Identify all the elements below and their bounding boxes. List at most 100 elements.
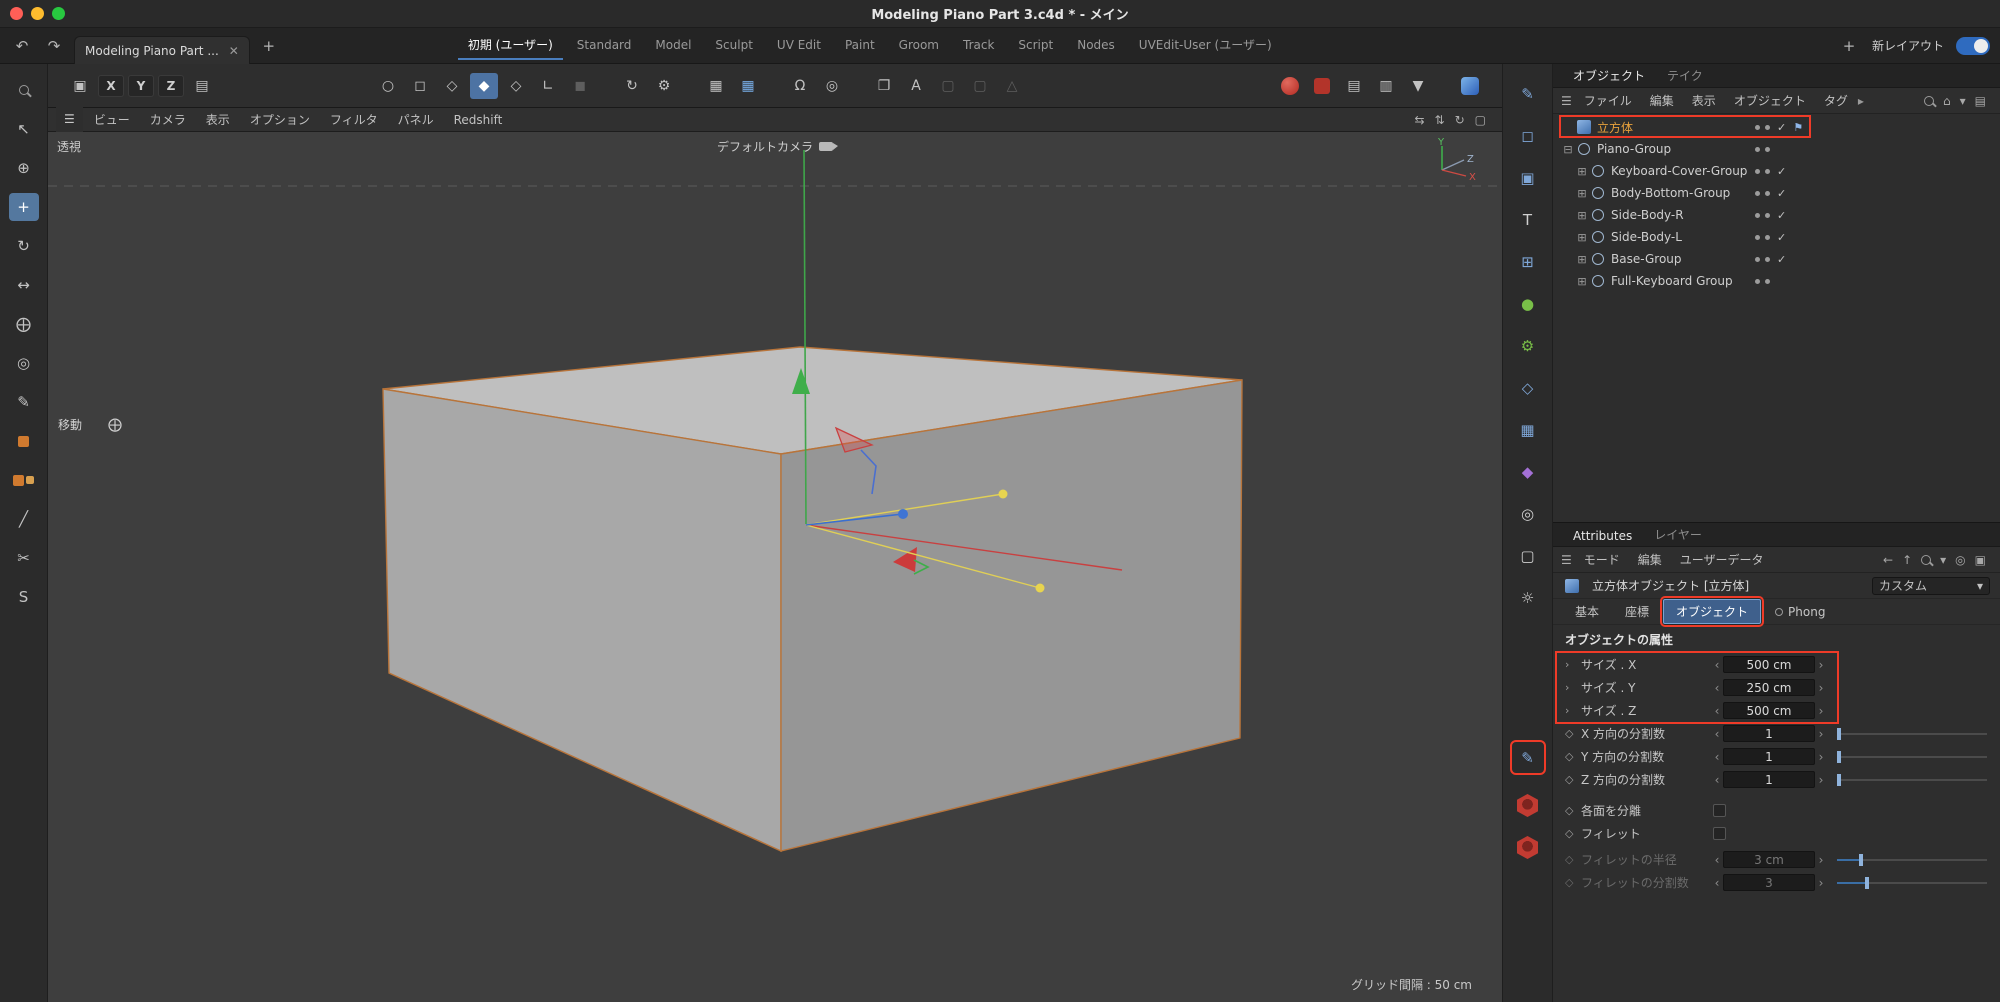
layout-tab-groom[interactable]: Groom <box>889 33 949 59</box>
attr-menu-userdata[interactable]: ユーザーデータ <box>1672 549 1772 570</box>
expand-chevron-icon[interactable]: › <box>1565 658 1581 671</box>
texture-mode-icon[interactable]: ◻ <box>406 73 434 99</box>
scale-tool-icon[interactable]: ↔ <box>9 271 39 299</box>
knife-tool-icon[interactable]: ✂ <box>9 544 39 572</box>
expand-chevron-icon[interactable]: › <box>1565 681 1581 694</box>
attr-popout-icon[interactable]: ▣ <box>1975 553 1986 567</box>
snap-settings-icon[interactable]: ◎ <box>818 73 846 99</box>
layout-tab-track[interactable]: Track <box>953 33 1004 59</box>
object-name[interactable]: Keyboard-Cover-Group <box>1611 164 1747 178</box>
segments-z-slider[interactable] <box>1837 779 1987 781</box>
expand-icon[interactable]: ⊞ <box>1575 165 1589 178</box>
object-mode-icon[interactable]: ◇ <box>438 73 466 99</box>
minimize-window-button[interactable] <box>31 7 44 20</box>
visibility-dots[interactable] <box>1755 213 1770 218</box>
grid-snap-active-icon[interactable]: ▦ <box>734 73 762 99</box>
stepper-decrease-icon[interactable]: ‹ <box>1711 773 1723 787</box>
expand-icon[interactable]: ⊞ <box>1575 275 1589 288</box>
object-name[interactable]: 立方体 <box>1597 119 1633 136</box>
axis-y-button[interactable]: Y <box>128 75 154 97</box>
layout-tab-model[interactable]: Model <box>645 33 701 59</box>
visibility-dots[interactable] <box>1755 257 1770 262</box>
expand-icon[interactable]: ⊞ <box>1575 253 1589 266</box>
stepper-increase-icon[interactable]: › <box>1815 658 1827 672</box>
attr-search-icon[interactable] <box>1921 555 1931 565</box>
flag-tag-icon[interactable]: ⚑ <box>1793 121 1803 134</box>
viewport[interactable]: 透視 デフォルトカメラ Y Z X 移動 ⨁ グリッド間隔 : 50 <box>48 132 1502 1002</box>
enabled-check-icon[interactable]: ✓ <box>1777 121 1786 134</box>
polygon-edit-mode-icon[interactable]: ◆ <box>470 73 498 99</box>
tweak-tool-icon[interactable]: ⊕ <box>9 154 39 182</box>
material-red-hexagon-icon-2[interactable] <box>1514 834 1542 861</box>
material-square-icon[interactable] <box>1308 73 1336 99</box>
om-menu-view[interactable]: 表示 <box>1684 90 1724 111</box>
workplane-icon[interactable]: ▤ <box>188 73 216 99</box>
visibility-dots[interactable] <box>1755 235 1770 240</box>
object-name[interactable]: Side-Body-L <box>1611 230 1682 244</box>
new-layout-button[interactable]: 新レイアウト <box>1872 37 1944 54</box>
coordinate-system-tool-icon[interactable]: ◎ <box>9 349 39 377</box>
brush-tool-icon[interactable]: ╱ <box>9 505 39 533</box>
close-window-button[interactable] <box>10 7 23 20</box>
pen-tool-icon[interactable]: ✎ <box>9 388 39 416</box>
render-queue-icon[interactable]: ▥ <box>1372 73 1400 99</box>
visibility-dots[interactable] <box>1755 147 1770 152</box>
model-mode-icon[interactable]: ○ <box>374 73 402 99</box>
frame-selected-icon[interactable]: ▣ <box>66 73 94 99</box>
om-search-icon[interactable] <box>1924 96 1934 106</box>
enabled-check-icon[interactable]: ✓ <box>1777 231 1786 244</box>
section-tab-coordinates[interactable]: 座標 <box>1613 600 1661 623</box>
layout-tab-script[interactable]: Script <box>1008 33 1063 59</box>
layout-tab-default[interactable]: 初期 (ユーザー) <box>458 31 563 60</box>
gizmo-z-handle[interactable] <box>898 509 908 519</box>
stepper-decrease-icon[interactable]: ‹ <box>1711 704 1723 718</box>
grayed-mode-icon[interactable]: ◼ <box>566 73 594 99</box>
stepper-decrease-icon[interactable]: ‹ <box>1711 727 1723 741</box>
render-settings-icon[interactable]: ▼ <box>1404 73 1432 99</box>
magic-bullet-icon[interactable] <box>1456 73 1484 99</box>
object-name[interactable]: Base-Group <box>1611 252 1682 266</box>
render-view-icon[interactable]: ▤ <box>1340 73 1368 99</box>
enabled-check-icon[interactable]: ✓ <box>1777 187 1786 200</box>
visibility-dots[interactable] <box>1755 191 1770 196</box>
object-row-base-group[interactable]: ⊞ Base-Group ✓ <box>1553 248 2000 270</box>
layout-tab-standard[interactable]: Standard <box>567 33 642 59</box>
menu-options[interactable]: オプション <box>241 109 319 130</box>
collapse-icon[interactable]: ⊟ <box>1561 143 1575 156</box>
document-tab[interactable]: Modeling Piano Part ... ✕ <box>74 36 250 64</box>
zoom-tool-icon[interactable] <box>9 76 39 104</box>
primitive-cube-icon[interactable]: ❐ <box>870 73 898 99</box>
attr-menu-mode[interactable]: モード <box>1576 549 1628 570</box>
zoom-view-icon[interactable]: ⇅ <box>1435 113 1445 127</box>
axis-z-button[interactable]: Z <box>158 75 184 97</box>
axis-x-button[interactable]: X <box>98 75 124 97</box>
stepper-decrease-icon[interactable]: ‹ <box>1711 658 1723 672</box>
keyframe-diamond-icon[interactable]: ◇ <box>1565 773 1581 786</box>
material-red-hexagon-icon[interactable] <box>1514 792 1542 819</box>
camera-icon[interactable] <box>819 142 833 151</box>
separate-surfaces-checkbox[interactable] <box>1713 804 1726 817</box>
attr-filter-icon[interactable]: ▾ <box>1940 553 1946 567</box>
layout-tab-nodes[interactable]: Nodes <box>1067 33 1125 59</box>
enabled-check-icon[interactable]: ✓ <box>1777 253 1786 266</box>
om-menu-more-icon[interactable]: ▸ <box>1858 94 1864 108</box>
tab-objects[interactable]: オブジェクト <box>1563 64 1655 87</box>
layout-lock-toggle[interactable] <box>1956 37 1990 55</box>
object-row-side-body-l[interactable]: ⊞ Side-Body-L ✓ <box>1553 226 2000 248</box>
object-row-cube[interactable]: 立方体 ✓ ⚑ <box>1553 116 2000 138</box>
attr-menu-edit[interactable]: 編集 <box>1630 549 1670 570</box>
keyframe-diamond-icon[interactable]: ◇ <box>1565 727 1581 740</box>
deformer-icon[interactable]: ▢ <box>966 73 994 99</box>
uv-grid-icon[interactable]: ⊞ <box>1514 248 1542 275</box>
om-filter-icon[interactable]: ▾ <box>1960 94 1966 108</box>
stepper-increase-icon[interactable]: › <box>1815 681 1827 695</box>
size-z-field[interactable]: 500 cm <box>1723 702 1815 719</box>
expand-icon[interactable]: ⊞ <box>1575 231 1589 244</box>
select-tool-icon[interactable]: ↖ <box>9 115 39 143</box>
stepper-decrease-icon[interactable]: ‹ <box>1711 681 1723 695</box>
edge-edit-mode-icon[interactable]: ◇ <box>502 73 530 99</box>
section-tab-basic[interactable]: 基本 <box>1563 600 1611 623</box>
spline-tool-icon[interactable]: S <box>9 583 39 611</box>
globe-icon[interactable]: ◎ <box>1514 500 1542 527</box>
attr-burger-icon[interactable]: ☰ <box>1561 553 1572 567</box>
